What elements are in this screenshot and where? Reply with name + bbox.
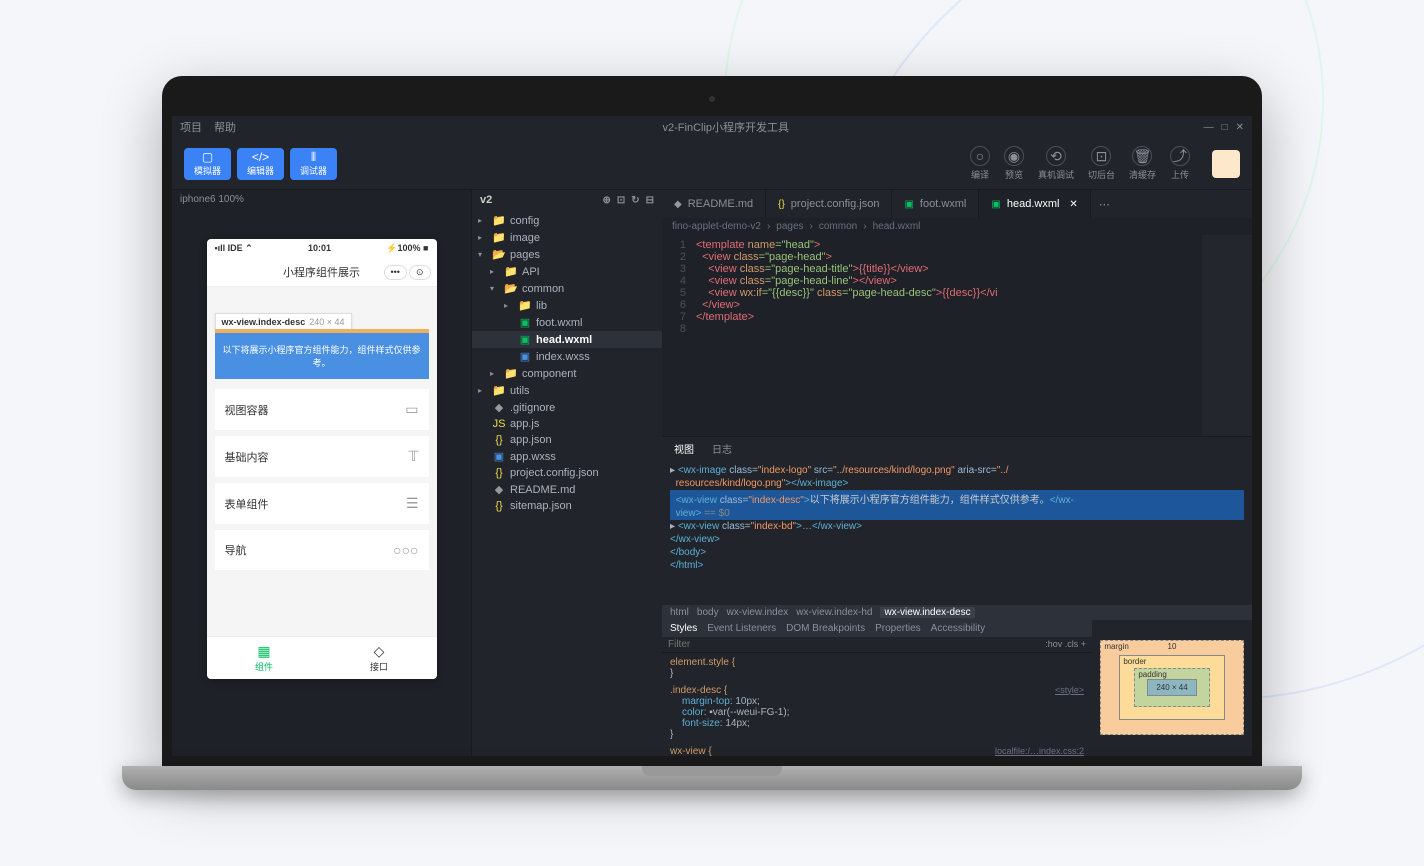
close-icon[interactable]: ✕ <box>1236 122 1244 133</box>
status-battery: ⚡100% ■ <box>386 243 428 254</box>
new-folder-icon[interactable]: ⊡ <box>617 195 625 206</box>
avatar[interactable] <box>1212 150 1240 178</box>
close-icon[interactable]: ⊙ <box>409 265 431 280</box>
maximize-icon[interactable]: □ <box>1222 122 1228 133</box>
folder-api[interactable]: ▸📁API <box>472 263 662 280</box>
phone-preview: •ıll IDE ⌃ 10:01 ⚡100% ■ 小程序组件展示 ••• ⊙ w… <box>207 239 437 679</box>
folder-common[interactable]: ▾📂common <box>472 280 662 297</box>
file-index-wxss[interactable]: ▣index.wxss <box>472 348 662 365</box>
editor-tab-head[interactable]: ▣head.wxml✕ <box>979 190 1090 218</box>
list-item[interactable]: 表单组件☰ <box>215 483 429 524</box>
file-appjson[interactable]: {}app.json <box>472 432 662 448</box>
editor-tab-foot[interactable]: ▣foot.wxml <box>892 190 979 218</box>
tab-overflow-icon[interactable]: ⋯ <box>1091 190 1118 218</box>
file-explorer: v2 ⊕ ⊡ ↻ ⊟ ▸📁config ▸📁image ▾📂pages ▸📁AP… <box>472 190 662 756</box>
list-item[interactable]: 视图容器▭ <box>215 389 429 430</box>
box-model: margin10 border padding 240 × 44 <box>1092 620 1252 757</box>
menu-icon[interactable]: ••• <box>384 265 407 280</box>
code-editor[interactable]: 1<template name="head"> 2 <view class="p… <box>662 235 1252 436</box>
tab-simulator[interactable]: ▢模拟器 <box>184 148 231 180</box>
status-time: 10:01 <box>308 243 331 254</box>
element-breadcrumb[interactable]: html body wx-view.index wx-view.index-hd… <box>662 605 1252 620</box>
minimize-icon[interactable]: — <box>1204 122 1214 133</box>
file-appwxss[interactable]: ▣app.wxss <box>472 448 662 465</box>
list-item[interactable]: 基础内容𝕋 <box>215 436 429 477</box>
tab-editor[interactable]: </>编辑器 <box>237 148 284 180</box>
toolbar: ▢模拟器 </>编辑器 ⫴调试器 ○编译 ◉预览 ⟲真机调试 ⊡切后台 🗑清缓存… <box>172 138 1252 190</box>
minimap[interactable] <box>1202 235 1252 436</box>
styles-filter-input[interactable] <box>668 639 1045 650</box>
menu-project[interactable]: 项目 <box>180 119 202 135</box>
devtools: 视图 日志 ▸ <wx-image class="index-logo" src… <box>662 436 1252 756</box>
action-upload[interactable]: ⤴上传 <box>1170 146 1190 181</box>
phone-tab-api[interactable]: ◇接口 <box>322 637 437 679</box>
breadcrumb: fino-applet-demo-v2› pages› common› head… <box>662 218 1252 235</box>
accessibility-tab[interactable]: Accessibility <box>931 623 985 634</box>
file-projconf[interactable]: {}project.config.json <box>472 465 662 481</box>
highlighted-element: 以下将展示小程序官方组件能力，组件样式仅供参考。 <box>215 333 429 379</box>
window-title: v2-FinClip小程序开发工具 <box>248 119 1204 135</box>
editor-tab-projconf[interactable]: {}project.config.json <box>766 190 892 218</box>
folder-image[interactable]: ▸📁image <box>472 229 662 246</box>
folder-component[interactable]: ▸📁component <box>472 365 662 382</box>
menu-help[interactable]: 帮助 <box>214 119 236 135</box>
event-listeners-tab[interactable]: Event Listeners <box>707 623 776 634</box>
elements-panel[interactable]: ▸ <wx-image class="index-logo" src="../r… <box>662 460 1252 605</box>
action-background[interactable]: ⊡切后台 <box>1088 146 1115 181</box>
new-file-icon[interactable]: ⊕ <box>602 195 610 206</box>
file-readme[interactable]: ◆README.md <box>472 481 662 498</box>
editor-tab-readme[interactable]: ◆README.md <box>662 190 766 218</box>
file-foot-wxml[interactable]: ▣foot.wxml <box>472 314 662 331</box>
css-rules[interactable]: element.style {} <style> .index-desc { m… <box>662 653 1092 757</box>
editor-area: ◆README.md {}project.config.json ▣foot.w… <box>662 190 1252 756</box>
close-icon: ✕ <box>1069 199 1077 210</box>
folder-config[interactable]: ▸📁config <box>472 212 662 229</box>
action-preview[interactable]: ◉预览 <box>1004 146 1024 181</box>
menubar: 项目 帮助 v2-FinClip小程序开发工具 — □ ✕ <box>172 116 1252 138</box>
explorer-root[interactable]: v2 <box>480 194 492 206</box>
simulator-panel: iphone6 100% •ıll IDE ⌃ 10:01 ⚡100% ■ 小程… <box>172 190 472 756</box>
page-title: 小程序组件展示 <box>283 264 360 280</box>
properties-tab[interactable]: Properties <box>875 623 921 634</box>
status-signal: •ıll IDE ⌃ <box>215 243 253 254</box>
simulator-device[interactable]: iphone6 100% <box>172 190 471 209</box>
folder-utils[interactable]: ▸📁utils <box>472 382 662 399</box>
devtools-tab-log[interactable]: 日志 <box>708 439 736 458</box>
action-remote[interactable]: ⟲真机调试 <box>1038 146 1074 181</box>
collapse-icon[interactable]: ⊟ <box>646 195 654 206</box>
folder-lib[interactable]: ▸📁lib <box>472 297 662 314</box>
ide-window: 项目 帮助 v2-FinClip小程序开发工具 — □ ✕ ▢模拟器 </>编辑… <box>172 116 1252 756</box>
file-appjs[interactable]: JSapp.js <box>472 416 662 432</box>
devtools-tab-view[interactable]: 视图 <box>670 439 698 458</box>
laptop-frame: 项目 帮助 v2-FinClip小程序开发工具 — □ ✕ ▢模拟器 </>编辑… <box>162 76 1262 790</box>
editor-tabs: ◆README.md {}project.config.json ▣foot.w… <box>662 190 1252 218</box>
styles-tab[interactable]: Styles <box>670 623 697 634</box>
action-clear[interactable]: 🗑清缓存 <box>1129 146 1156 181</box>
list-item[interactable]: 导航○○○ <box>215 530 429 570</box>
action-compile[interactable]: ○编译 <box>970 146 990 181</box>
folder-pages[interactable]: ▾📂pages <box>472 246 662 263</box>
styles-options[interactable]: :hov .cls + <box>1045 639 1086 650</box>
file-gitignore[interactable]: ◆.gitignore <box>472 399 662 416</box>
dom-breakpoints-tab[interactable]: DOM Breakpoints <box>786 623 865 634</box>
refresh-icon[interactable]: ↻ <box>631 195 639 206</box>
phone-tab-component[interactable]: ▦组件 <box>207 637 322 679</box>
file-sitemap[interactable]: {}sitemap.json <box>472 498 662 514</box>
file-head-wxml[interactable]: ▣head.wxml <box>472 331 662 348</box>
tab-debugger[interactable]: ⫴调试器 <box>290 148 337 180</box>
